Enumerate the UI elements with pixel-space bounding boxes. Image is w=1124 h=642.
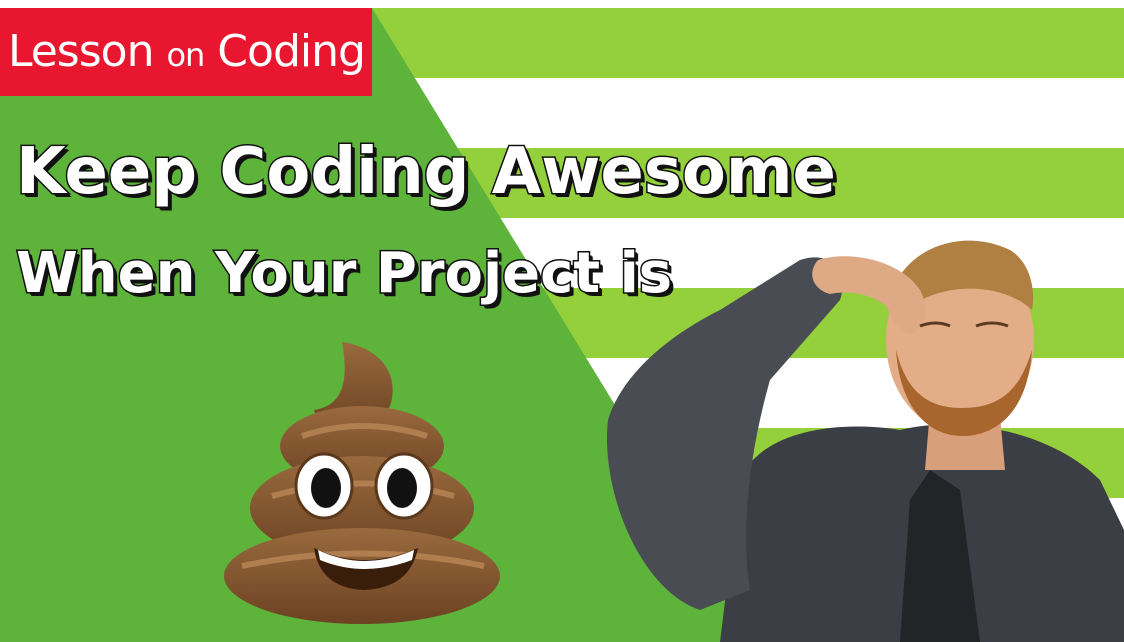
pile-of-poo-icon (224, 342, 500, 624)
lesson-badge: Lesson on Coding (0, 8, 372, 96)
headline-line-2: When Your Project is (14, 241, 673, 306)
headline-line-1: Keep Coding Awesome (15, 135, 838, 209)
thumbnail: Lesson on Coding Keep Coding Awesome Whe… (0, 0, 1124, 642)
person-holding-nose (606, 240, 1124, 642)
badge-label: Lesson on Coding (8, 26, 366, 77)
